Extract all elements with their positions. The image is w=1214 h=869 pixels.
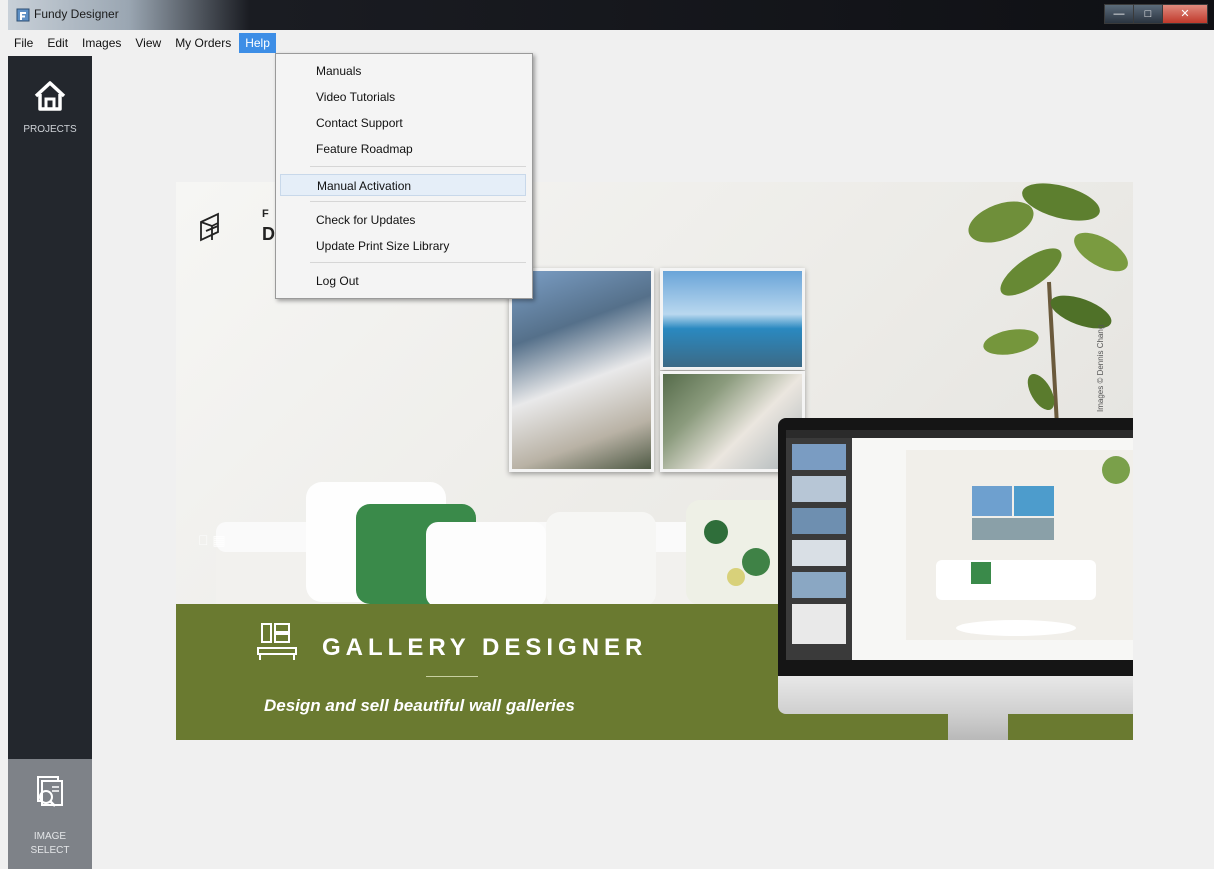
logo-text-line1: F [262, 208, 269, 220]
menu-view[interactable]: View [129, 33, 167, 53]
menu-item-log-out[interactable]: Log Out [316, 270, 516, 292]
menu-item-video-tutorials[interactable]: Video Tutorials [316, 86, 516, 108]
menu-item-manuals[interactable]: Manuals [316, 60, 516, 82]
menu-separator [310, 262, 526, 263]
menu-item-contact-support[interactable]: Contact Support [316, 112, 516, 134]
maximize-icon[interactable]: □ [1133, 4, 1163, 24]
sidebar-item-image-select[interactable]: IMAGE SELECT [8, 759, 92, 869]
monitor-image [778, 418, 1133, 740]
home-icon [34, 81, 66, 111]
photo-credit: Images © Dennis Chang [1096, 324, 1105, 412]
menu-edit[interactable]: Edit [41, 33, 74, 53]
menu-file[interactable]: File [8, 33, 39, 53]
menu-my-orders[interactable]: My Orders [169, 33, 237, 53]
logo-text-line2: D [262, 224, 275, 244]
sidebar: PROJECTS IMAGE SELECT [8, 56, 92, 869]
monitor-screen [786, 430, 1133, 660]
gallery-photo-coast [660, 268, 805, 370]
title-bar: Fundy Designer — □ ✕ [8, 0, 1214, 30]
help-dropdown-menu: Manuals Video Tutorials Contact Support … [275, 53, 533, 299]
app-icon [16, 8, 30, 22]
monitor-screen-content [786, 430, 1133, 660]
menu-bar: File Edit Images View My Orders Help [8, 30, 1214, 56]
title-divider [426, 676, 478, 677]
gallery-designer-icon [257, 623, 297, 660]
menu-item-manual-activation[interactable]: Manual Activation [280, 174, 526, 196]
menu-help[interactable]: Help [239, 33, 276, 53]
menu-item-check-for-updates[interactable]: Check for Updates [316, 209, 516, 231]
menu-item-update-print-size-library[interactable]: Update Print Size Library [316, 235, 516, 257]
sidebar-projects-label: PROJECTS [23, 124, 77, 135]
sidebar-image-label: IMAGE [33, 831, 67, 842]
product-tagline: Design and sell beautiful wall galleries [264, 696, 575, 715]
monitor-stand [948, 714, 1008, 740]
close-icon[interactable]: ✕ [1162, 4, 1208, 24]
platform-icons:  ▦ [198, 532, 226, 548]
product-title: GALLERY DESIGNER [322, 634, 648, 661]
menu-images[interactable]: Images [76, 33, 127, 53]
fundy-logo-icon [200, 212, 219, 242]
menu-separator [310, 166, 526, 167]
sidebar-item-projects[interactable]: PROJECTS [8, 64, 92, 184]
window-title: Fundy Designer [34, 7, 119, 21]
window-controls: — □ ✕ [1104, 4, 1208, 24]
sidebar-image-label-2: SELECT [30, 845, 70, 856]
monitor-chin [778, 676, 1133, 714]
image-select-icon [37, 776, 63, 807]
menu-item-feature-roadmap[interactable]: Feature Roadmap [316, 138, 516, 160]
minimize-icon[interactable]: — [1104, 4, 1134, 24]
menu-separator [310, 201, 526, 202]
